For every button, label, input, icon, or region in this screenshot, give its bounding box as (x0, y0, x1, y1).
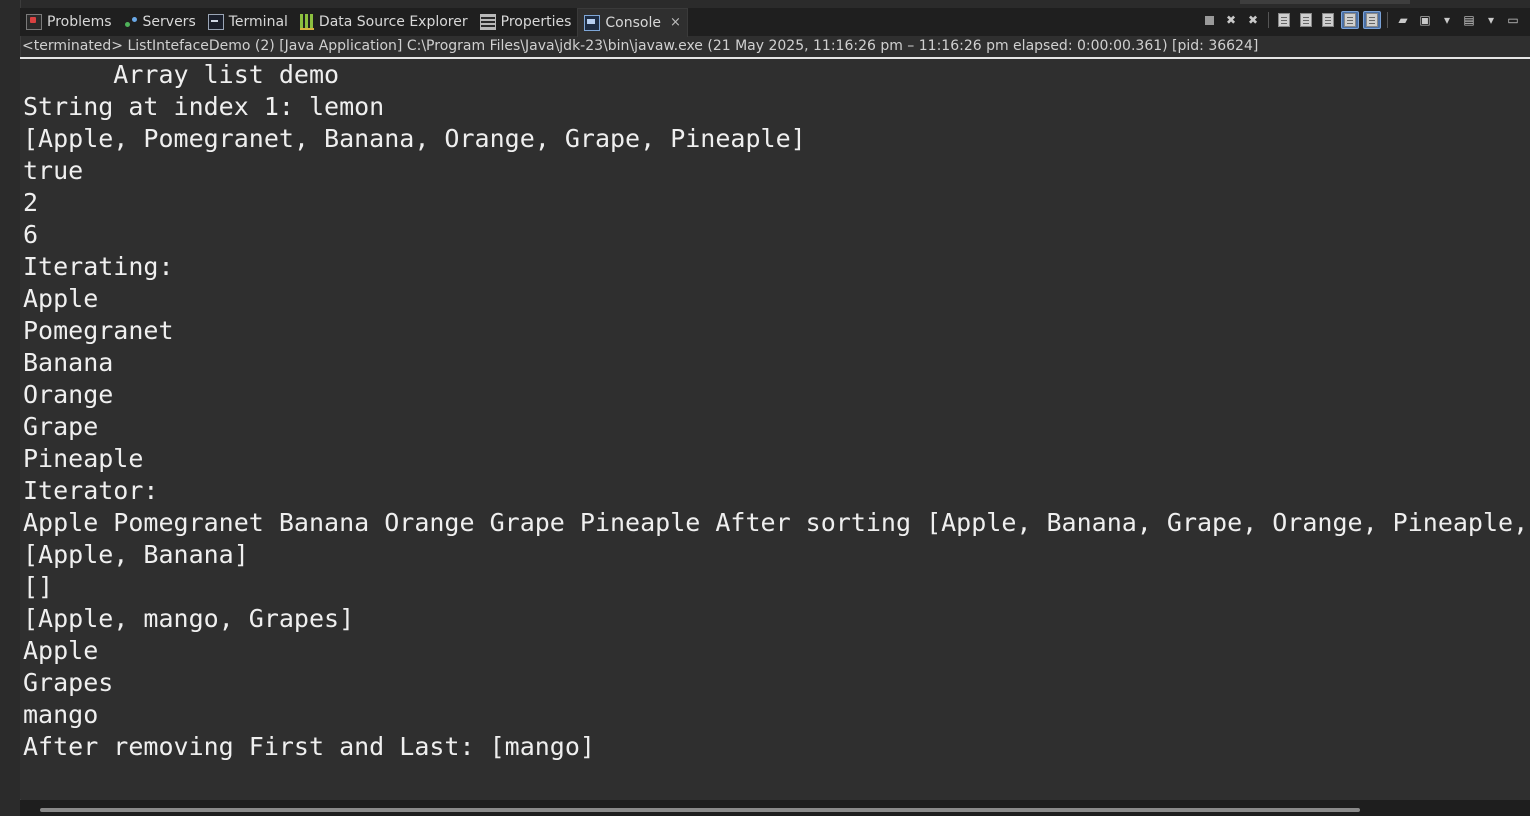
properties-icon (479, 14, 496, 30)
tab-problems[interactable]: Problems (20, 8, 118, 36)
display-selected-console-button[interactable]: ▣ (1416, 11, 1434, 29)
console-line: true (23, 156, 84, 185)
minimize-icon: ▭ (1507, 13, 1519, 27)
remove-all-terminated-button[interactable]: ✖ (1244, 11, 1262, 29)
scroll-lock-icon (1300, 13, 1312, 27)
console-line: Banana (23, 348, 114, 377)
clear-console-button[interactable] (1275, 11, 1293, 29)
launch-status-text: <terminated> ListIntefaceDemo (2) [Java … (22, 38, 1259, 54)
word-wrap-button[interactable] (1319, 11, 1337, 29)
tab-properties[interactable]: Properties (474, 8, 578, 36)
console-line: [Apple, Pomegranet, Banana, Orange, Grap… (23, 124, 806, 153)
word-wrap-icon (1322, 13, 1334, 27)
top-strip (0, 0, 1530, 8)
open-console-button[interactable]: ▤ (1460, 11, 1478, 29)
launch-status-line: <terminated> ListIntefaceDemo (2) [Java … (20, 37, 1530, 56)
scrollbar-thumb[interactable] (40, 808, 1360, 812)
console-line: Iterator: (23, 476, 159, 505)
data-source-explorer-icon (299, 14, 314, 30)
tab-servers[interactable]: Servers (118, 8, 202, 36)
console-line: 6 (23, 220, 39, 249)
console-line: Apple (23, 284, 99, 313)
servers-icon (124, 15, 138, 29)
problems-icon (26, 14, 42, 30)
console-line: Iterating: (23, 252, 174, 281)
console-output[interactable]: Array list demo String at index 1: lemon [… (20, 59, 1530, 799)
tab-terminal[interactable]: Terminal (202, 8, 294, 36)
display-console-dropdown[interactable]: ▾ (1438, 11, 1456, 29)
tab-label: Terminal (228, 14, 288, 30)
console-line: Apple Pomegranet Banana Orange Grape Pin… (23, 508, 1529, 537)
open-console-dropdown[interactable]: ▾ (1482, 11, 1500, 29)
clear-console-icon (1278, 13, 1290, 27)
remove-all-icon: ✖ (1247, 13, 1259, 27)
tab-label: Properties (500, 14, 572, 30)
tab-label: Servers (142, 14, 196, 30)
open-console-icon: ▤ (1463, 13, 1475, 27)
minimize-button[interactable]: ▭ (1504, 11, 1522, 29)
console-line: mango (23, 700, 99, 729)
console-line: [Apple, Banana] (23, 540, 249, 569)
console-line: After removing First and Last: [mango] (23, 732, 595, 761)
console-line: Orange (23, 380, 114, 409)
console-line: Grapes (23, 668, 114, 697)
console-line: [Apple, mango, Grapes] (23, 604, 355, 633)
pin-icon: ▰ (1398, 13, 1408, 27)
console-line: Grape (23, 412, 99, 441)
tab-data-source-explorer[interactable]: Data Source Explorer (294, 8, 474, 36)
console-line: Array list demo (23, 60, 340, 89)
console-line: Apple (23, 636, 99, 665)
remove-launch-button[interactable]: ✖ (1222, 11, 1240, 29)
tab-label: Data Source Explorer (318, 14, 468, 30)
horizontal-scrollbar[interactable] (20, 800, 1530, 816)
show-on-stderr-toggle[interactable] (1363, 11, 1381, 29)
eclipse-console-view: Problems Servers Terminal Data Source Ex… (0, 0, 1530, 816)
pin-console-button[interactable]: ▰ (1394, 11, 1412, 29)
stderr-icon (1366, 13, 1378, 27)
remove-icon: ✖ (1225, 13, 1237, 27)
console-line: Pomegranet (23, 316, 174, 345)
console-line: String at index 1: lemon (23, 92, 385, 121)
console-toolbar: ✖ ✖ ▰ ▣ ▾ ▤ ▾ ▭ (1200, 10, 1522, 30)
stop-icon (1204, 15, 1214, 25)
left-gutter (0, 0, 21, 816)
chevron-down-icon: ▾ (1443, 13, 1451, 27)
console-line: Pineaple (23, 444, 144, 473)
tab-console[interactable]: Console × (577, 7, 688, 37)
scroll-lock-button[interactable] (1297, 11, 1315, 29)
show-on-stdout-toggle[interactable] (1341, 11, 1359, 29)
chevron-down-icon: ▾ (1487, 13, 1495, 27)
tab-label: Problems (47, 14, 112, 30)
terminal-icon (207, 14, 224, 30)
terminate-button[interactable] (1200, 11, 1218, 29)
close-icon[interactable]: × (670, 15, 681, 30)
display-console-icon: ▣ (1419, 13, 1431, 27)
console-line: [] (23, 572, 54, 601)
stdout-icon (1344, 13, 1356, 27)
tab-label: Console (605, 14, 661, 31)
console-line: 2 (23, 188, 39, 217)
console-icon (584, 14, 601, 31)
